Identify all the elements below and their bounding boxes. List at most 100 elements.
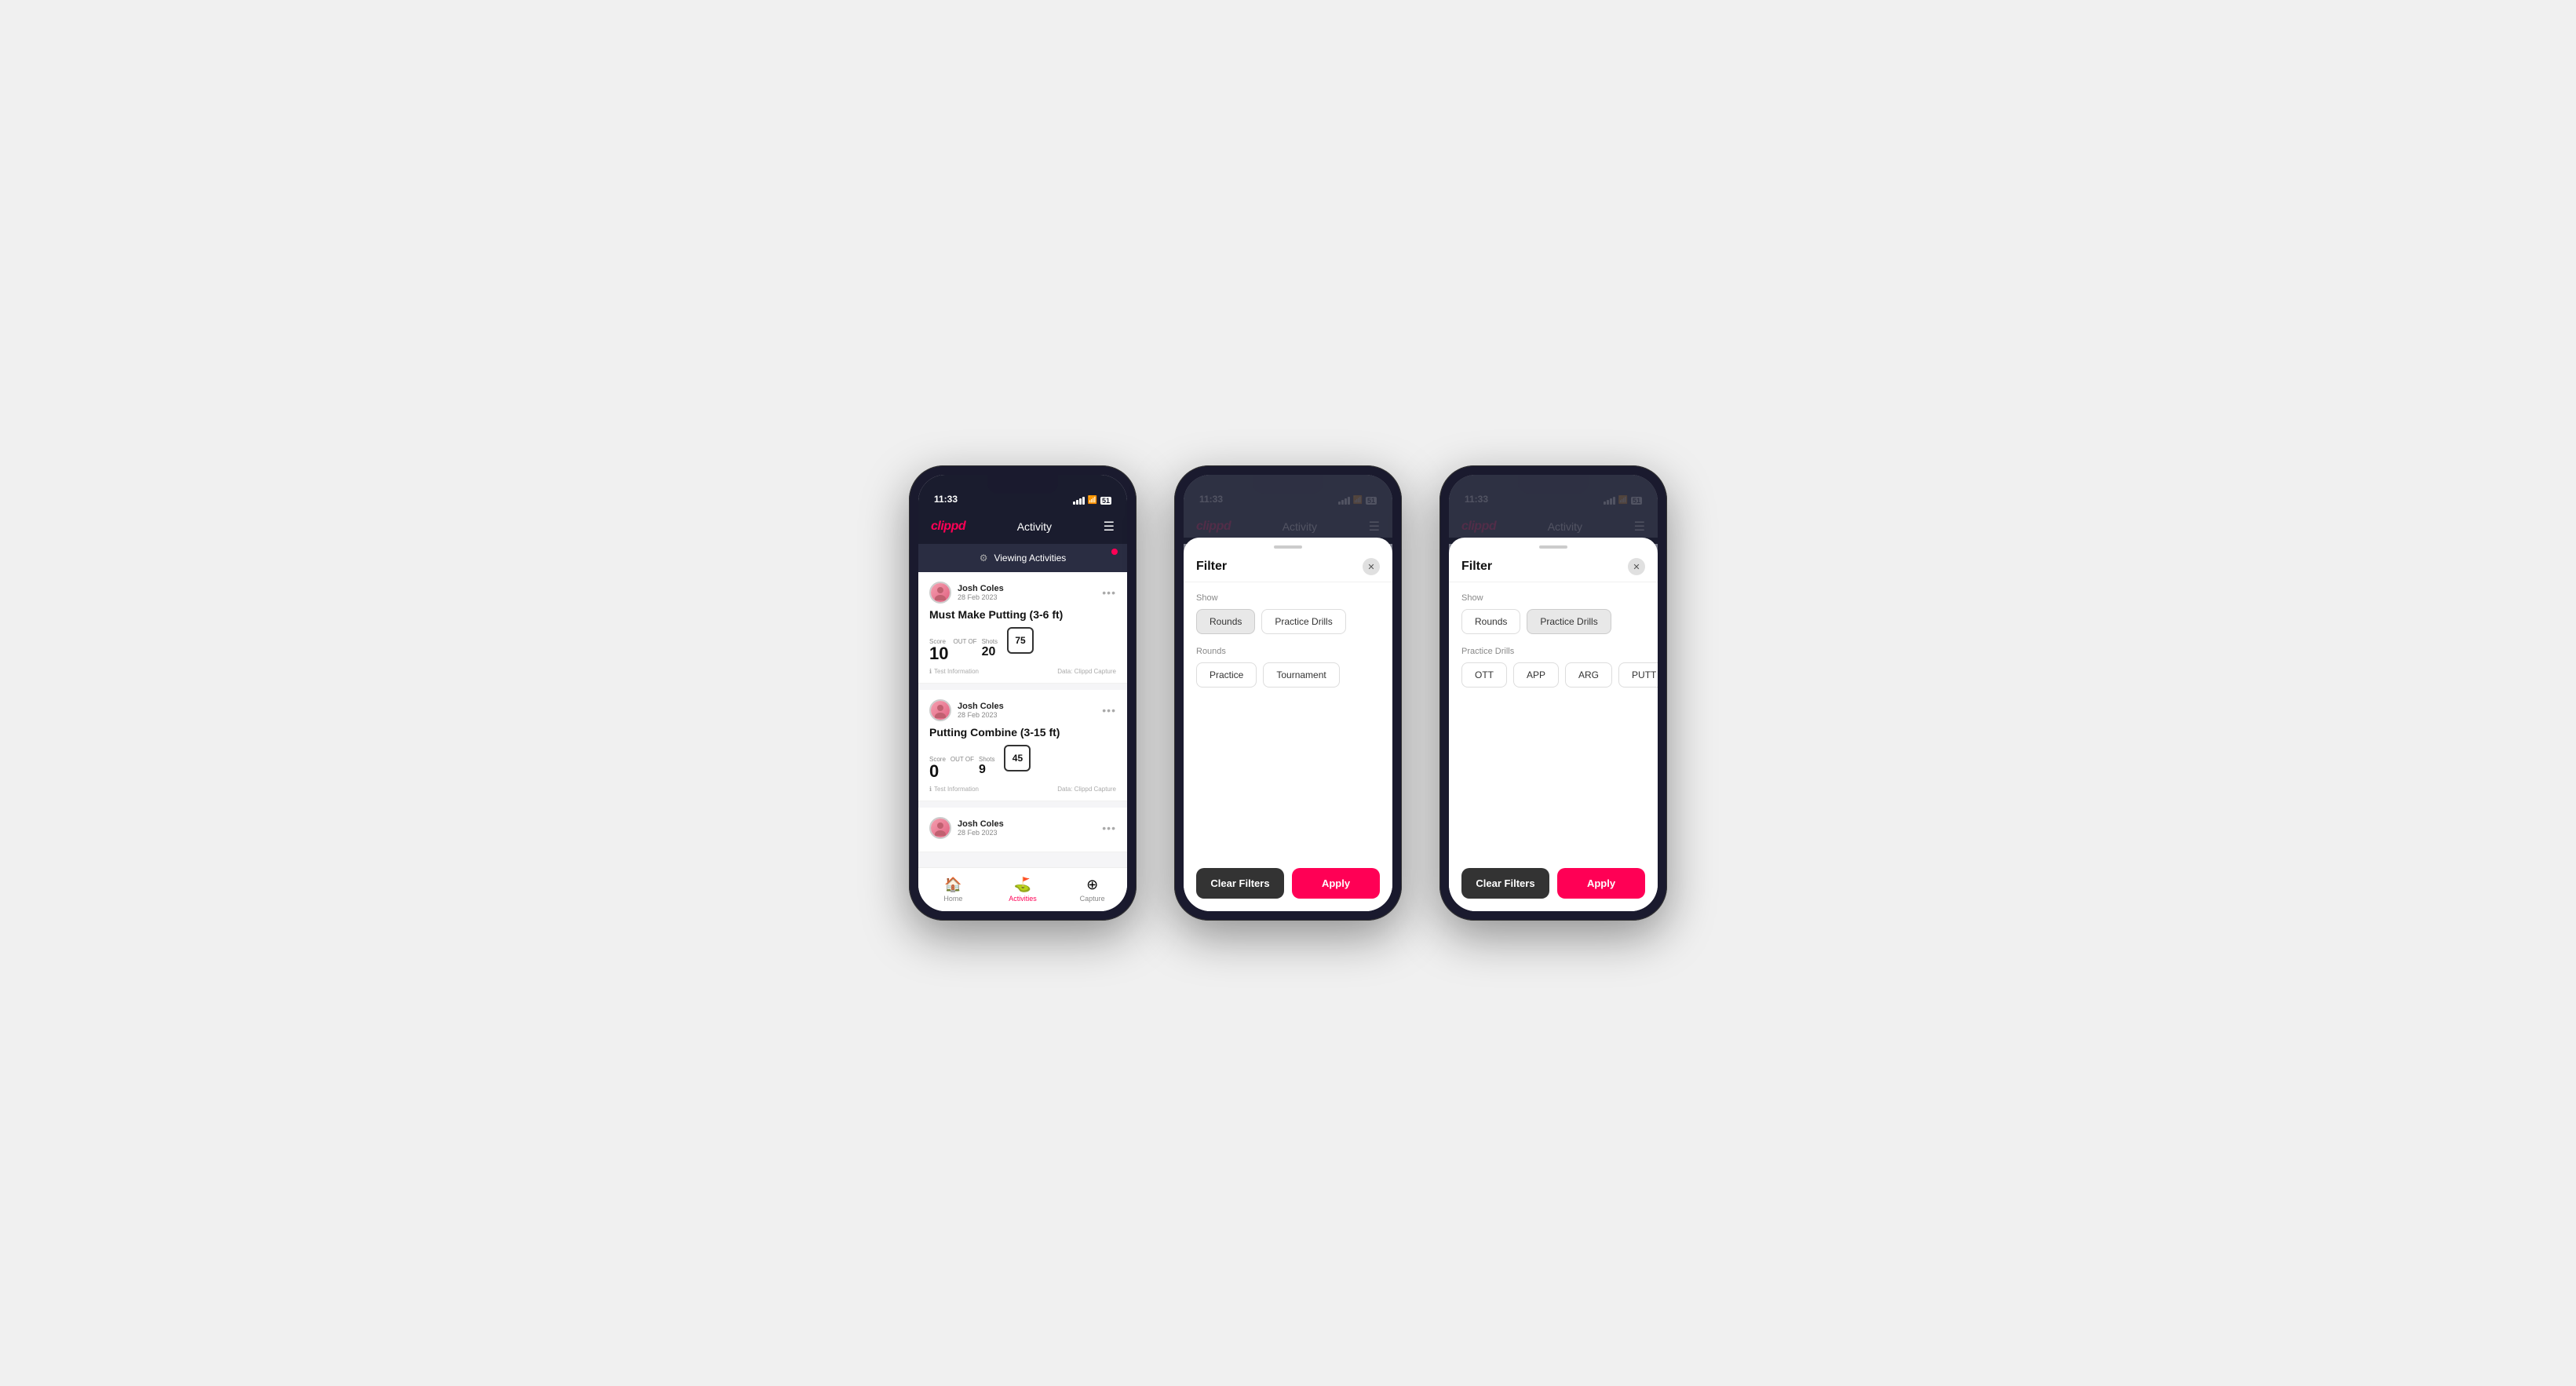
activities-label-1: Activities <box>1009 895 1037 903</box>
avatar-img-2 <box>931 701 950 720</box>
viewing-bar-1[interactable]: ⚙ Viewing Activities <box>918 544 1127 572</box>
activity-card-3: Josh Coles 28 Feb 2023 ••• <box>918 808 1127 852</box>
activity-card-2: Josh Coles 28 Feb 2023 ••• Putting Combi… <box>918 690 1127 801</box>
red-dot-1 <box>1111 549 1118 555</box>
card-gap-1 <box>918 684 1127 690</box>
more-dots-1[interactable]: ••• <box>1102 586 1116 599</box>
filter-body-2: Show Rounds Practice Drills Rounds Pract… <box>1184 582 1392 859</box>
avatar-svg-2 <box>932 702 948 718</box>
apply-btn-2[interactable]: Apply <box>1292 868 1380 899</box>
avatar-3 <box>929 817 951 839</box>
card-title-1: Must Make Putting (3-6 ft) <box>929 608 1116 621</box>
avatar-img-1 <box>931 583 950 602</box>
user-name-1: Josh Coles <box>958 584 1004 593</box>
bottom-nav-1: 🏠 Home ⛳ Activities ⊕ Capture <box>918 867 1127 911</box>
shot-quality-badge-1: 75 <box>1007 627 1034 654</box>
more-dots-3[interactable]: ••• <box>1102 822 1116 834</box>
clear-filters-btn-2[interactable]: Clear Filters <box>1196 868 1284 899</box>
filter-sheet-3: Filter ✕ Show Rounds Practice Drills Pra… <box>1449 538 1658 911</box>
user-name-3: Josh Coles <box>958 819 1004 829</box>
phone-1: 11:33 📶 51 clippd Activity ☰ <box>909 465 1137 921</box>
rounds-show-btn-3[interactable]: Rounds <box>1461 609 1520 634</box>
stats-row-1: Score 10 OUT OF Shots 20 75 <box>929 627 1116 663</box>
clear-filters-btn-3[interactable]: Clear Filters <box>1461 868 1549 899</box>
shot-quality-value-1: 75 <box>1015 635 1025 646</box>
header-title-1: Activity <box>1017 520 1052 533</box>
signal-bar-3 <box>1079 498 1082 505</box>
data-source-1: Data: Clippd Capture <box>1057 668 1116 675</box>
overlay-backdrop-2 <box>1184 475 1392 538</box>
apply-btn-3[interactable]: Apply <box>1557 868 1645 899</box>
shots-value-1: 20 <box>982 645 996 658</box>
test-info-2: ℹ Test Information <box>929 786 979 793</box>
home-icon-1: 🏠 <box>944 877 961 893</box>
screen-1: 11:33 📶 51 clippd Activity ☰ <box>918 475 1127 911</box>
info-icon-2: ℹ <box>929 786 932 793</box>
close-button-2[interactable]: ✕ <box>1363 558 1380 575</box>
user-info-3: Josh Coles 28 Feb 2023 <box>929 817 1004 839</box>
phones-container: 11:33 📶 51 clippd Activity ☰ <box>909 465 1667 921</box>
arg-btn-3[interactable]: ARG <box>1565 662 1612 688</box>
shots-block-1: Shots 20 <box>982 638 998 659</box>
filter-header-2: Filter ✕ <box>1184 549 1392 582</box>
show-buttons-3: Rounds Practice Drills <box>1461 609 1645 634</box>
app-btn-3[interactable]: APP <box>1513 662 1559 688</box>
user-details-3: Josh Coles 28 Feb 2023 <box>958 819 1004 837</box>
shot-quality-value-2: 45 <box>1013 753 1023 764</box>
signal-bar-4 <box>1082 497 1085 505</box>
filter-footer-3: Clear Filters Apply <box>1449 859 1658 911</box>
shots-label-1: Shots <box>982 638 998 645</box>
nav-home-1[interactable]: 🏠 Home <box>918 877 988 903</box>
user-date-2: 28 Feb 2023 <box>958 711 1004 719</box>
nav-capture-1[interactable]: ⊕ Capture <box>1057 877 1127 903</box>
phone-3: 11:33 📶 51 clippd Activity ☰ <box>1439 465 1667 921</box>
show-buttons-2: Rounds Practice Drills <box>1196 609 1380 634</box>
avatar-img-3 <box>931 819 950 837</box>
shot-quality-badge-2: 45 <box>1004 745 1031 771</box>
filter-overlay-2: Filter ✕ Show Rounds Practice Drills Rou… <box>1184 475 1392 911</box>
user-info-1: Josh Coles 28 Feb 2023 <box>929 582 1004 604</box>
avatar-svg-3 <box>932 820 948 836</box>
card-header-1: Josh Coles 28 Feb 2023 ••• <box>929 582 1116 604</box>
putt-btn-3[interactable]: PUTT <box>1618 662 1658 688</box>
filter-title-3: Filter <box>1461 560 1492 574</box>
wifi-icon: 📶 <box>1088 496 1097 505</box>
capture-icon-1: ⊕ <box>1086 877 1098 893</box>
nav-activities-1[interactable]: ⛳ Activities <box>988 877 1058 903</box>
stats-row-2: Score 0 OUT OF Shots 9 45 <box>929 745 1116 781</box>
ott-btn-3[interactable]: OTT <box>1461 662 1507 688</box>
filter-overlay-3: Filter ✕ Show Rounds Practice Drills Pra… <box>1449 475 1658 911</box>
rounds-section-label-2: Rounds <box>1196 647 1380 656</box>
card-header-3: Josh Coles 28 Feb 2023 ••• <box>929 817 1116 839</box>
screen-2: 11:33 📶 51 clippd Activity ☰ <box>1184 475 1392 911</box>
practice-drills-show-btn-2[interactable]: Practice Drills <box>1261 609 1345 634</box>
filter-footer-2: Clear Filters Apply <box>1184 859 1392 911</box>
practice-btn-2[interactable]: Practice <box>1196 662 1257 688</box>
info-icon-1: ℹ <box>929 668 932 675</box>
user-info-2: Josh Coles 28 Feb 2023 <box>929 699 1004 721</box>
data-source-2: Data: Clippd Capture <box>1057 786 1116 793</box>
hamburger-icon-1[interactable]: ☰ <box>1104 519 1115 534</box>
rounds-show-btn-2[interactable]: Rounds <box>1196 609 1255 634</box>
notch-1 <box>987 475 1058 494</box>
card-header-2: Josh Coles 28 Feb 2023 ••• <box>929 699 1116 721</box>
more-dots-2[interactable]: ••• <box>1102 704 1116 717</box>
filter-icon-1: ⚙ <box>980 553 988 564</box>
show-label-3: Show <box>1461 593 1645 603</box>
close-button-3[interactable]: ✕ <box>1628 558 1645 575</box>
drills-buttons-3: OTT APP ARG PUTT <box>1461 662 1645 688</box>
user-date-3: 28 Feb 2023 <box>958 829 1004 837</box>
score-block-2: Score 0 <box>929 756 946 781</box>
shots-label-2: Shots <box>979 756 994 763</box>
home-label-1: Home <box>943 895 962 903</box>
overlay-backdrop-3 <box>1449 475 1658 538</box>
score-block-1: Score 10 <box>929 638 948 663</box>
signal-bar-2 <box>1076 500 1078 505</box>
tournament-btn-2[interactable]: Tournament <box>1263 662 1339 688</box>
practice-drills-show-btn-3[interactable]: Practice Drills <box>1527 609 1611 634</box>
user-details-2: Josh Coles 28 Feb 2023 <box>958 702 1004 719</box>
screen-content-1: Josh Coles 28 Feb 2023 ••• Must Make Put… <box>918 572 1127 867</box>
shots-block-2: Shots 9 <box>979 756 994 777</box>
test-info-1: ℹ Test Information <box>929 668 979 675</box>
out-of-1: OUT OF <box>953 638 976 645</box>
